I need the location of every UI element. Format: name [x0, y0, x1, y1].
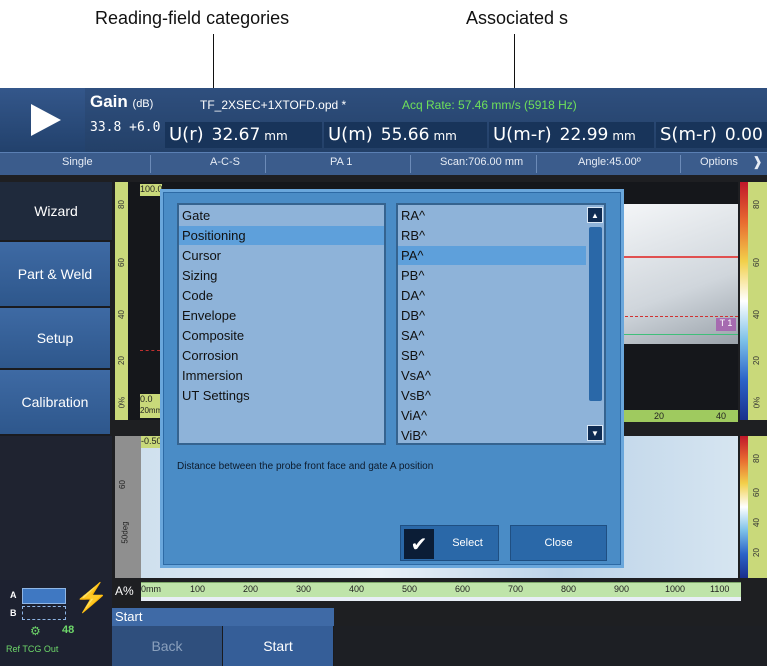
reading-item[interactable]: DB^ [398, 306, 588, 325]
category-item[interactable]: Composite [179, 326, 384, 345]
xruler-label: A% [115, 584, 134, 598]
menu-wizard[interactable]: Wizard [0, 182, 112, 242]
reading-item[interactable]: RB^ [398, 226, 588, 245]
reading-list[interactable]: RA^ RB^ PA^ PB^ DA^ DB^ SA^ SB^ VsA^ VsB… [396, 203, 606, 445]
reading-item[interactable]: SA^ [398, 326, 588, 345]
status-group[interactable]: PA 1 [330, 156, 352, 168]
category-item[interactable]: Immersion [179, 366, 384, 385]
gain-value[interactable]: 33.8 +6.0 [90, 120, 160, 135]
ascan-amplitude-ruler [115, 182, 128, 420]
scroll-down-button[interactable]: ▼ [587, 425, 603, 441]
play-icon [31, 104, 61, 136]
reading-item[interactable]: ViB^ [398, 426, 588, 443]
menu-calibration[interactable]: Calibration [0, 370, 110, 436]
menu-setup[interactable]: Setup [0, 308, 110, 370]
scan-axis-ruler: 0mm 100 200 300 400 500 600 700 800 900 … [141, 582, 741, 597]
reading-item[interactable]: SB^ [398, 346, 588, 365]
start-button[interactable]: Start [223, 626, 334, 666]
select-button[interactable]: ✔ Select [400, 525, 499, 561]
bscan-ruler [115, 436, 141, 578]
status-bar: Single A-C-S PA 1 Scan:706.00 mm Angle:4… [0, 152, 767, 175]
status-scan[interactable]: Scan:706.00 mm [440, 156, 523, 168]
category-item[interactable]: Sizing [179, 266, 384, 285]
reading-field-3[interactable]: U(m-r) 22.99 mm [489, 122, 654, 148]
reading-item[interactable]: VsA^ [398, 366, 588, 385]
status-options[interactable]: Options [700, 156, 738, 168]
scroll-thumb[interactable] [589, 227, 602, 401]
triangle-down-icon: ▼ [591, 428, 599, 438]
scan-position-bar[interactable] [141, 597, 741, 601]
reading-field-4[interactable]: S(m-r)0.00mm [656, 122, 767, 148]
acq-rate: Acq Rate: 57.46 mm/s (5918 Hz) [402, 98, 577, 112]
header-bar: Gain (dB) 33.8 +6.0 TF_2XSEC+1XTOFD.opd … [0, 88, 767, 152]
filename: TF_2XSEC+1XTOFD.opd * [200, 98, 347, 112]
options-arrow-icon[interactable]: ❱ [752, 154, 763, 170]
category-item[interactable]: Code [179, 286, 384, 305]
sscan-amplitude-ruler [748, 182, 767, 420]
scroll-up-button[interactable]: ▲ [587, 207, 603, 223]
category-item-selected[interactable]: Positioning [179, 226, 384, 245]
menu-part-weld[interactable]: Part & Weld [0, 242, 110, 308]
play-button[interactable] [0, 88, 85, 152]
reading-field-2[interactable]: U(m) 55.66 mm [324, 122, 487, 148]
gain-label[interactable]: Gain (dB) [90, 92, 153, 112]
close-button[interactable]: Close [510, 525, 607, 561]
category-item[interactable]: Envelope [179, 306, 384, 325]
checkmark-icon: ✔ [404, 529, 434, 559]
category-item[interactable]: Corrosion [179, 346, 384, 365]
section-label: Start [112, 608, 334, 626]
reading-field-1[interactable]: U(r) 32.67 mm [165, 122, 322, 148]
status-single[interactable]: Single [62, 156, 93, 168]
color-palette-bar [740, 182, 748, 420]
reading-item[interactable]: VsB^ [398, 386, 588, 405]
status-view[interactable]: A-C-S [210, 156, 240, 168]
status-angle[interactable]: Angle:45.00º [578, 156, 641, 168]
reading-description: Distance between the probe front face an… [177, 461, 434, 472]
reading-item[interactable]: DA^ [398, 286, 588, 305]
annotation-associated: Associated s [466, 8, 569, 28]
category-item[interactable]: UT Settings [179, 386, 384, 405]
annotation-categories: Reading-field categories [95, 8, 290, 28]
reading-item[interactable]: RA^ [398, 206, 588, 225]
indicator-panel: A B ⚡ ⚙ 48 Ref TCG Out [0, 580, 112, 666]
settings-gear-icon: ⚙ [30, 624, 41, 638]
power-lightning-icon: ⚡ [74, 582, 109, 613]
category-item[interactable]: Gate [179, 206, 384, 225]
category-list[interactable]: Gate Positioning Cursor Sizing Code Enve… [177, 203, 386, 445]
reading-item[interactable]: ViA^ [398, 406, 588, 425]
reading-list-scrollbar[interactable]: ▲ ▼ [586, 203, 606, 445]
back-button[interactable]: Back [112, 626, 223, 666]
triangle-up-icon: ▲ [591, 210, 599, 220]
reading-item-selected[interactable]: PA^ [398, 246, 586, 265]
category-item[interactable]: Cursor [179, 246, 384, 265]
battery-a-icon [22, 588, 66, 604]
battery-b-icon [22, 606, 66, 620]
reading-item[interactable]: PB^ [398, 266, 588, 285]
